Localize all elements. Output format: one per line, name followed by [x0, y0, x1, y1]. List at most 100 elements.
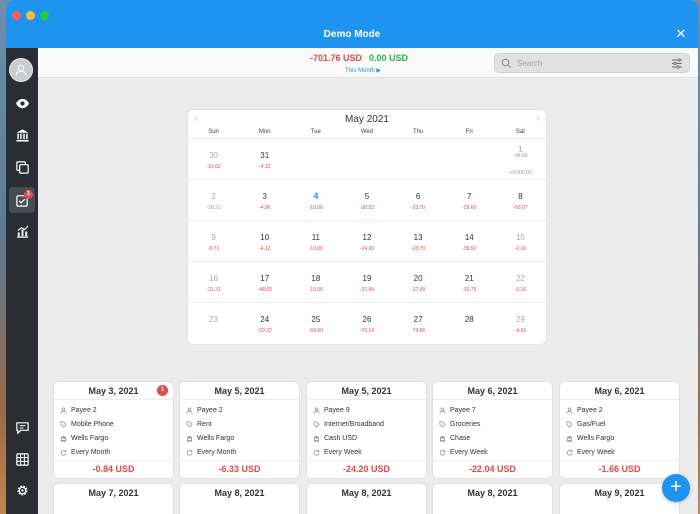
sidebar-item-accounts[interactable] — [9, 122, 35, 148]
transaction-card[interactable]: May 6, 2021 Payee 2 Gas/Fuel Wells Fargo Eve… — [560, 382, 679, 478]
calendar-week: 23 24 -29.32 25 -69.60 26 -70.14 27 -74.56 28 29 -4… — [188, 302, 546, 343]
avatar[interactable] — [9, 58, 33, 82]
user-icon — [15, 64, 27, 76]
filter-icon[interactable] — [671, 58, 683, 69]
sidebar-item-notes[interactable] — [9, 414, 35, 440]
calendar-day[interactable]: 9 -5.71 — [188, 221, 239, 261]
calendar-day[interactable]: 11 -10.06 — [290, 221, 341, 261]
repeat-icon — [313, 449, 324, 456]
card-payee-text: Payee 7 — [450, 406, 476, 414]
calendar-day[interactable]: 18 -10.06 — [290, 262, 341, 302]
calendar-day[interactable]: 10 -4.12 — [239, 221, 290, 261]
day-number: 8 — [518, 192, 523, 201]
period-selector[interactable]: This Month ▶ — [345, 67, 381, 74]
calendar-day[interactable]: 25 -69.60 — [290, 303, 341, 343]
calendar-day[interactable]: 15 -0.16 — [495, 221, 546, 261]
calendar-day[interactable]: 31 -4.12 — [239, 139, 290, 179]
card-payee: Payee 9 — [313, 405, 350, 415]
search-input[interactable]: Search — [517, 59, 542, 68]
calendar-day[interactable]: 16 -21.31 — [188, 262, 239, 302]
calendar-day[interactable]: 21 -10.76 — [444, 262, 495, 302]
calendar-day[interactable]: 4 -10.06 — [290, 180, 341, 220]
card-date: May 6, 2021 — [467, 386, 518, 396]
day-amount: -10.76 — [462, 287, 477, 293]
card-divider — [433, 460, 552, 461]
calendar-day[interactable]: 6 -23.70 — [393, 180, 444, 220]
day-number: 6 — [415, 192, 421, 201]
minimize-window-button[interactable] — [26, 11, 35, 20]
transaction-card[interactable]: May 3, 2021 1 Payee 2 Mobile Phone Wells Far… — [54, 382, 173, 478]
close-icon[interactable]: ✕ — [674, 27, 688, 41]
calendar-day[interactable]: 27 -74.56 — [393, 303, 444, 343]
day-amount: -10.06 — [308, 205, 323, 211]
day-number: 14 — [464, 233, 474, 242]
calendar-day[interactable]: 12 -24.20 — [341, 221, 392, 261]
calendar-day[interactable]: 5 -30.53 — [341, 180, 392, 220]
transaction-card[interactable]: May 8, 2021 — [180, 484, 299, 514]
calendar-day[interactable]: 24 -29.32 — [239, 303, 290, 343]
calendar-day[interactable]: 26 -70.14 — [341, 303, 392, 343]
calendar-day[interactable]: 29 -4.66 — [495, 303, 546, 343]
calendar-day[interactable]: 19 -37.84 — [341, 262, 392, 302]
card-date: May 3, 2021 — [88, 386, 139, 396]
calendar-day[interactable]: 13 -23.70 — [393, 221, 444, 261]
message-icon — [15, 421, 29, 435]
card-recurrence-text: Every Week — [577, 448, 615, 456]
calendar-day[interactable]: 23 — [188, 303, 239, 343]
transaction-card[interactable]: May 7, 2021 — [54, 484, 173, 514]
calendar-day[interactable]: 1 -46.66 +4,000.00 — [495, 139, 546, 179]
day-amount: -4.12 — [259, 164, 271, 170]
add-transaction-button[interactable]: + — [662, 474, 690, 502]
day-amount: -37.99 — [411, 287, 426, 293]
transaction-card[interactable]: May 8, 2021 — [307, 484, 426, 514]
calendar-day[interactable]: 2 -16.21 — [188, 180, 239, 220]
card-divider — [433, 399, 552, 400]
calendar-day[interactable]: 28 — [444, 303, 495, 343]
card-divider — [180, 460, 299, 461]
calendar-day[interactable]: 8 -60.97 — [495, 180, 546, 220]
sidebar-item-overview[interactable] — [9, 90, 35, 116]
day-amount: -29.32 — [257, 328, 272, 334]
calendar-day[interactable]: 14 -39.92 — [444, 221, 495, 261]
day-amount-income: +4,000.00 — [509, 170, 532, 176]
day-number: 17 — [260, 274, 270, 283]
account-icon — [439, 435, 450, 442]
card-date: May 8, 2021 — [214, 488, 265, 498]
repeat-icon — [439, 449, 450, 456]
sidebar-item-reports[interactable] — [9, 218, 35, 244]
transaction-card[interactable]: May 6, 2021 Payee 7 Groceries Chase Every We… — [433, 382, 552, 478]
sidebar-item-settings[interactable] — [9, 477, 35, 503]
calendar-day[interactable]: 22 -0.16 — [495, 262, 546, 302]
close-window-button[interactable] — [12, 11, 21, 20]
day-amount: -70.14 — [359, 328, 375, 334]
sidebar-item-scheduled[interactable]: 1 — [9, 187, 35, 213]
search-field[interactable]: Search — [494, 53, 690, 73]
day-number: 16 — [209, 274, 219, 283]
zoom-window-button[interactable] — [40, 11, 49, 20]
main-content: -701.76 USD 0.00 USD This Month ▶ Search… — [38, 48, 698, 514]
transaction-card[interactable]: May 8, 2021 — [433, 484, 552, 514]
transaction-card[interactable]: May 5, 2021 Payee 2 Rent Wells Fargo Every M… — [180, 382, 299, 478]
sidebar-item-transactions[interactable] — [9, 154, 35, 180]
transaction-card[interactable]: May 5, 2021 Payee 9 Internet/Broadband Cash… — [307, 382, 426, 478]
calendar-day[interactable]: 20 -37.99 — [393, 262, 444, 302]
card-recurrence: Every Month — [60, 447, 110, 457]
calendar-day[interactable]: 30 -10.62 — [188, 139, 239, 179]
day-amount: -60.97 — [513, 205, 528, 211]
day-amount: -23.70 — [411, 205, 426, 211]
calendar-day[interactable]: 3 -4.96 — [239, 180, 290, 220]
sidebar-item-budget[interactable] — [9, 446, 35, 472]
calendar-day — [393, 139, 444, 179]
calendar-day[interactable]: 17 -48.09 — [239, 262, 290, 302]
calendar-day — [290, 139, 341, 179]
card-divider — [560, 460, 679, 461]
day-number: 22 — [515, 274, 525, 283]
day-amount: -24.20 — [359, 246, 375, 252]
card-divider — [307, 460, 426, 461]
day-number: 19 — [362, 274, 372, 283]
calendar-day[interactable]: 7 -29.60 — [444, 180, 495, 220]
card-amount: -6.33 USD — [218, 464, 261, 474]
card-payee: Payee 2 — [186, 405, 223, 415]
day-amount: -37.84 — [359, 287, 375, 293]
category-icon — [566, 421, 577, 428]
